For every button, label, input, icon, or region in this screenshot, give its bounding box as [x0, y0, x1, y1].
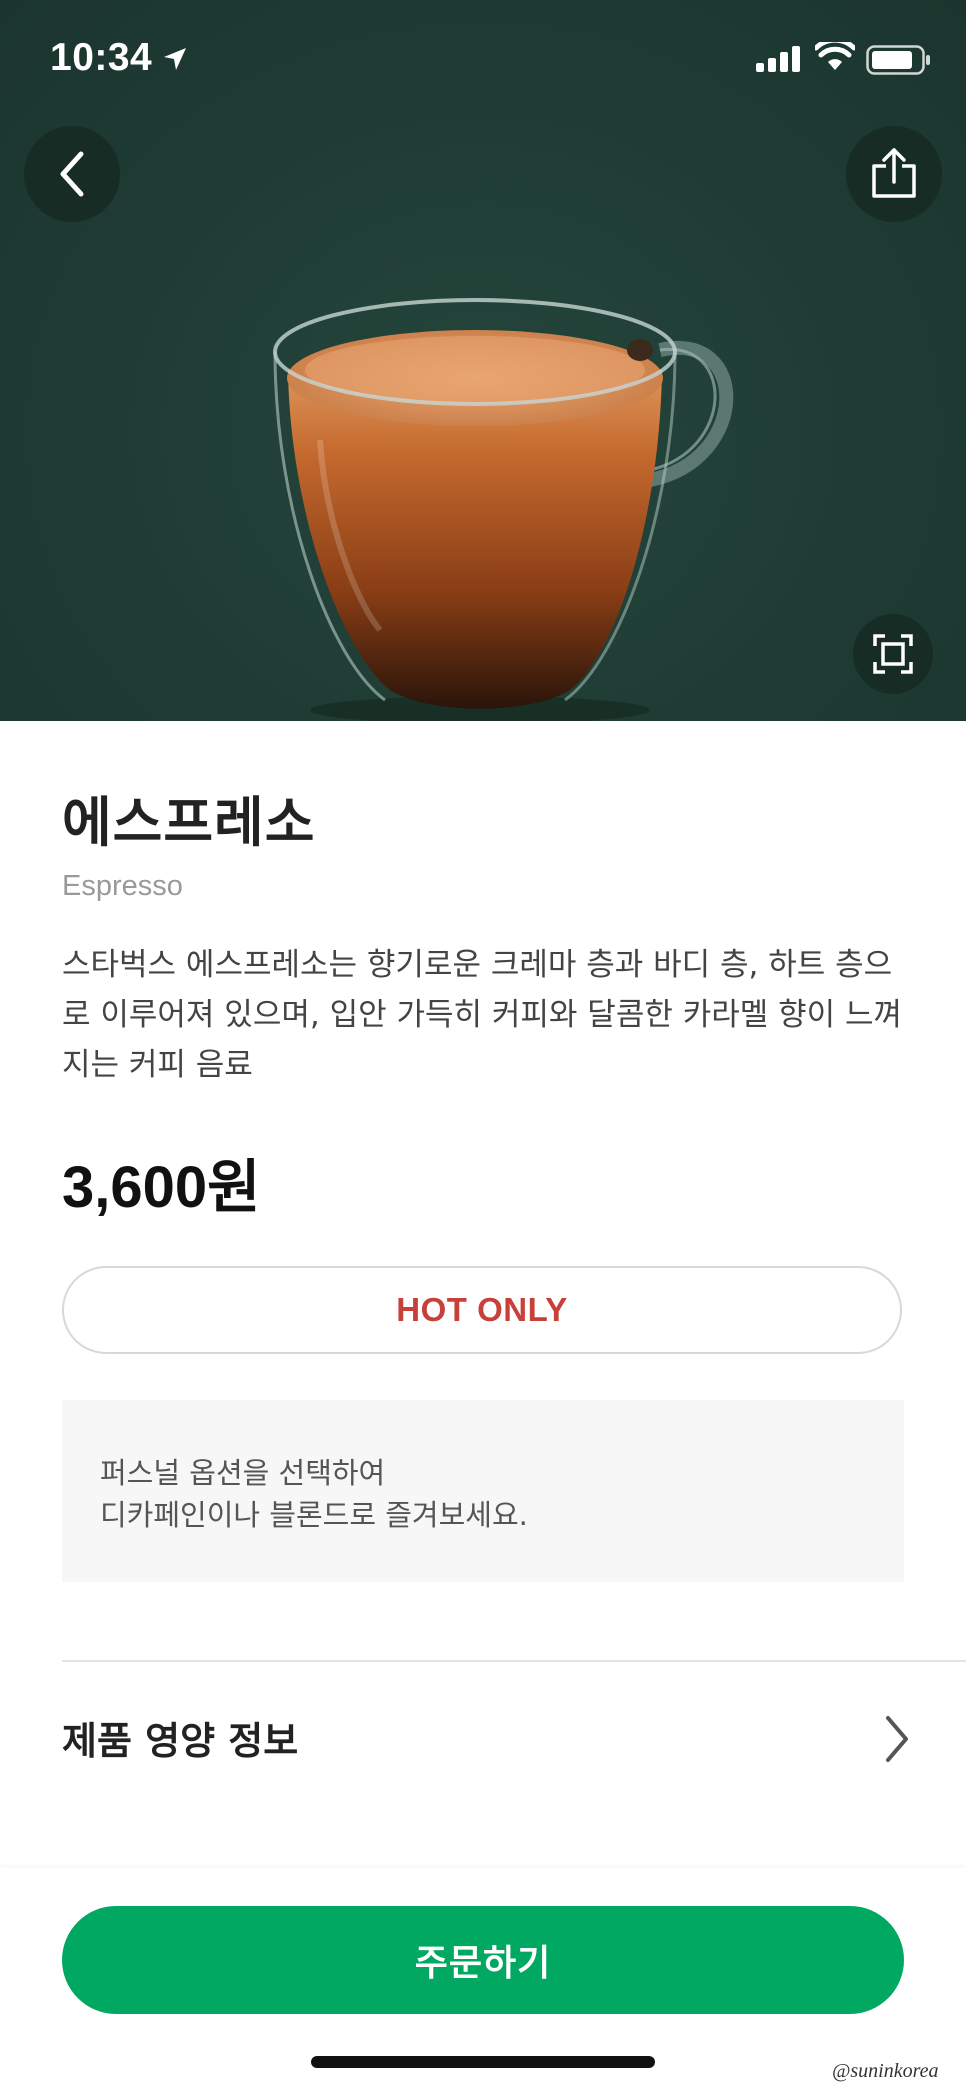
expand-image-button[interactable]	[853, 614, 933, 694]
personal-option-notice: 퍼스널 옵션을 선택하여 디카페인이나 블론드로 즐겨보세요.	[62, 1400, 904, 1582]
status-time: 10:34	[50, 36, 153, 79]
product-price: 3,600원	[62, 1155, 261, 1220]
product-hero-image: 10:34	[0, 0, 966, 721]
order-button[interactable]: 주문하기	[62, 1906, 904, 2014]
espresso-cup-image	[273, 298, 734, 721]
temperature-option-label: HOT ONLY	[396, 1291, 568, 1328]
temperature-option[interactable]: HOT ONLY	[62, 1266, 902, 1354]
share-icon	[872, 148, 916, 198]
home-indicator	[311, 2056, 655, 2068]
status-bar: 10:34	[0, 0, 966, 120]
back-button[interactable]	[24, 126, 120, 222]
wifi-icon	[815, 42, 855, 70]
section-divider	[62, 1660, 966, 1662]
product-title: 에스프레소	[62, 791, 316, 854]
chevron-right-icon	[886, 1716, 908, 1762]
watermark: @suninkorea	[832, 2060, 939, 2082]
nutrition-info-label: 제품 영양 정보	[62, 1719, 299, 1763]
share-button[interactable]	[846, 126, 942, 222]
product-english-name: Espresso	[62, 870, 183, 902]
nutrition-info-row[interactable]: 제품 영양 정보	[62, 1700, 912, 1780]
chevron-left-icon	[60, 151, 84, 197]
battery-icon	[866, 45, 930, 75]
expand-icon	[873, 634, 913, 674]
order-button-label: 주문하기	[414, 1943, 552, 1984]
cellular-signal-icon	[756, 46, 800, 72]
location-arrow-icon	[164, 48, 186, 70]
notice-line-2: 디카페인이나 블론드로 즐겨보세요.	[100, 1498, 528, 1532]
product-description: 스타벅스 에스프레소는 향기로운 크레마 층과 바디 층, 하트 층으로 이루어…	[62, 947, 903, 1083]
notice-line-1: 퍼스널 옵션을 선택하여	[100, 1456, 386, 1490]
